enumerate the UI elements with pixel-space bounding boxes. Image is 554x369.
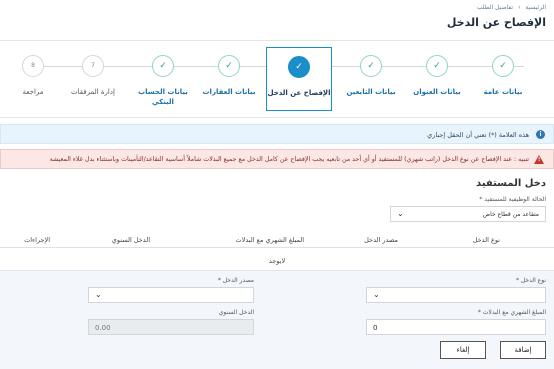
step-label: مراجعة [22, 88, 44, 96]
column-header: مصدر الدخل [364, 236, 398, 244]
info-alert: i هذه العلامة (*) تعني أن الحقل إجباري [0, 124, 554, 144]
wizard-stepper: ✓ بيانات عامة ✓ بيانات العنوان ✓ بيانات … [0, 40, 554, 118]
chevron-down-icon: ⌄ [397, 209, 404, 218]
breadcrumb-current[interactable]: تفاصيل الطلب [477, 4, 513, 11]
annual-income-label: الدخل السنوي [218, 309, 254, 316]
add-button[interactable]: إضافة [500, 341, 546, 359]
column-header: الدخل السنوي [111, 236, 150, 244]
check-icon: ✓ [152, 55, 174, 77]
chevron-down-icon: ⌄ [373, 290, 380, 299]
step-number-7: 7 [82, 55, 104, 77]
income-source-label: مصدر الدخل * [217, 277, 254, 284]
annual-income-input: 0.00 [88, 319, 254, 335]
warning-alert: ! تنبيه : عند الإفصاح عن نوع الدخل (راتب… [0, 149, 554, 169]
step-number-8: 8 [22, 55, 44, 77]
step-attachments[interactable]: 7 إدارة المرفقات [60, 47, 126, 97]
check-icon: ✓ [492, 55, 514, 77]
add-income-form: نوع الدخل * ⌄ مصدر الدخل * ⌄ المبلغ الشه… [0, 270, 554, 369]
page-title: الإفصاح عن الدخل [446, 16, 546, 29]
monthly-amount-label: المبلغ الشهري مع البدلات * [477, 309, 546, 316]
job-status-label: الحالة الوظيفية للمستفيد * [479, 196, 546, 203]
column-header: المبلغ الشهري مع البدلات [235, 236, 305, 244]
breadcrumb: الرئيسية › تفاصيل الطلب [474, 4, 546, 11]
chevron-down-icon: ⌄ [95, 290, 102, 299]
income-source-select[interactable]: ⌄ [88, 287, 254, 303]
step-bank-account[interactable]: ✓ بيانات الحساب البنكي [130, 47, 196, 107]
step-label: بيانات الحساب البنكي [138, 88, 188, 106]
breadcrumb-home[interactable]: الرئيسية [525, 4, 546, 11]
step-label: بيانات العقارات [202, 88, 256, 96]
job-status-value: متقاعد من قطاع خاص [482, 211, 539, 218]
cancel-button[interactable]: إلغاء [440, 341, 486, 359]
warning-alert-text: تنبيه : عند الإفصاح عن نوع الدخل (راتب ش… [49, 156, 529, 163]
info-icon: i [536, 130, 545, 139]
step-income-disclosure[interactable]: ✓ الإفصاح عن الدخل [266, 47, 332, 111]
step-review[interactable]: 8 مراجعة [0, 47, 66, 97]
column-header: الإجراءات [24, 236, 50, 244]
step-label: بيانات عامة [483, 88, 523, 96]
step-general-info[interactable]: ✓ بيانات عامة [470, 47, 536, 97]
step-properties[interactable]: ✓ بيانات العقارات [196, 47, 262, 97]
warning-icon: ! [534, 155, 544, 164]
check-icon: ✓ [288, 56, 310, 78]
step-label: بيانات التابعين [346, 88, 396, 96]
check-icon: ✓ [218, 55, 240, 77]
info-alert-text: هذه العلامة (*) تعني أن الحقل إجباري [427, 131, 529, 139]
income-type-label: نوع الدخل * [515, 277, 546, 284]
step-label: بيانات العنوان [413, 88, 461, 96]
job-status-select[interactable]: متقاعد من قطاع خاص ⌄ [390, 206, 546, 222]
check-icon: ✓ [360, 55, 382, 77]
step-address[interactable]: ✓ بيانات العنوان [404, 47, 470, 97]
income-type-select[interactable]: ⌄ [366, 287, 546, 303]
step-label: الإفصاح عن الدخل [267, 89, 331, 97]
income-table-header: نوع الدخل مصدر الدخل المبلغ الشهري مع ال… [0, 232, 554, 248]
column-header: نوع الدخل [472, 236, 500, 244]
empty-table-text: لايوجد [268, 257, 286, 265]
breadcrumb-separator: › [518, 4, 521, 11]
check-icon: ✓ [426, 55, 448, 77]
section-title: دخل المستفيد [476, 178, 546, 189]
monthly-amount-input[interactable]: 0 [366, 319, 546, 335]
step-dependents[interactable]: ✓ بيانات التابعين [338, 47, 404, 97]
step-label: إدارة المرفقات [71, 88, 115, 96]
